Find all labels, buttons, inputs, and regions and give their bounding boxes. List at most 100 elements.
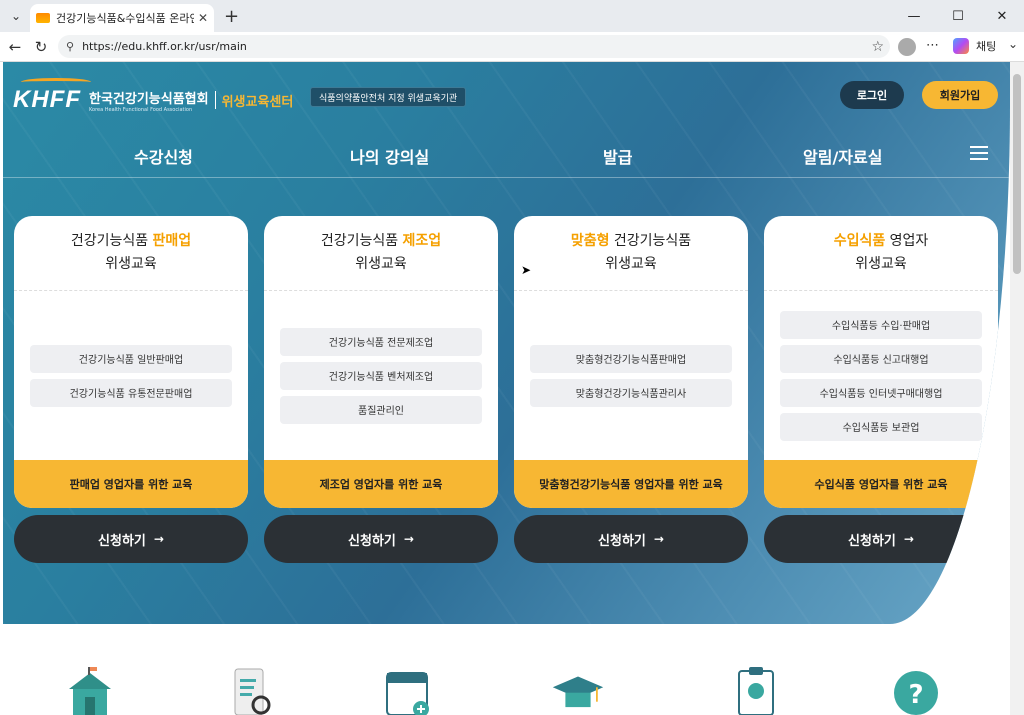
mouse-cursor-icon: ➤ [521,263,532,277]
graduation-cap-icon[interactable] [551,662,605,715]
nav-item-enroll[interactable]: 수강신청 [134,144,193,168]
window-controls: — ☐ ✕ [892,0,1024,32]
course-card-customized: 맞춤형 건강기능식품 위생교육 맞춤형건강기능식품판매업 맞춤형건강기능식품관리… [514,216,748,508]
logo-mark: KHFF [13,86,81,113]
page-scrollbar[interactable] [1010,62,1024,715]
hamburger-menu-icon[interactable] [970,146,988,160]
minimize-icon[interactable]: — [892,0,936,32]
card-header: 건강기능식품 판매업 위생교육 [14,216,248,291]
card-footer: 제조업 영업자를 위한 교육 [264,460,498,508]
card-footer: 수입식품 영업자를 위한 교육 [764,460,998,508]
card-options: 건강기능식품 일반판매업 건강기능식품 유통전문판매업 [30,291,232,460]
svg-text:?: ? [908,680,923,710]
card-title: 수입식품 영업자 [833,233,929,249]
course-card-sales: 건강기능식품 판매업 위생교육 건강기능식품 일반판매업 건강기능식품 유통전문… [14,216,248,508]
arrow-right-icon: → [653,532,664,546]
url-text: https://edu.khff.or.kr/usr/main [82,40,247,53]
card-header: 수입식품 영업자 위생교육 [764,216,998,291]
nav-item-notice[interactable]: 알림/자료실 [803,144,882,168]
apply-button-sales[interactable]: 신청하기 → [14,515,248,563]
help-question-icon[interactable]: ? [889,662,943,715]
more-icon[interactable]: ⋯ [926,38,939,53]
card-footer: 맞춤형건강기능식품 영업자를 위한 교육 [514,460,748,508]
org-name: 한국건강기능식품협회 Korea Health Functional Food … [89,88,209,113]
site-info-icon[interactable]: ⚲ [66,40,74,53]
nav-item-my-classroom[interactable]: 나의 강의실 [350,144,429,168]
logo-swoosh [21,78,91,86]
plus-icon[interactable]: + [224,6,239,27]
favicon-icon [36,13,50,23]
designation-badge: 식품의약품안전처 지정 위생교육기관 [310,87,467,107]
arrow-right-icon: → [153,532,164,546]
sidebar-toggle-icon[interactable]: ⌄ [1008,37,1018,51]
card-subtitle: 위생교육 [105,256,157,272]
card-title: 건강기능식품 판매업 [70,233,192,249]
card-options: 수입식품등 수입·판매업 수입식품등 신고대행업 수입식품등 인터넷구매대행업 … [780,291,982,460]
login-button[interactable]: 로그인 [840,81,904,109]
main-nav: 수강신청 나의 강의실 발급 알림/자료실 [3,132,1010,178]
maximize-icon[interactable]: ☐ [936,0,980,32]
apply-button-import[interactable]: 신청하기 → [764,515,998,563]
calendar-add-icon[interactable] [381,662,435,715]
org-name-kr: 한국건강기능식품협회 [88,91,209,107]
option-item[interactable]: 수입식품등 수입·판매업 [780,310,982,339]
apply-label: 신청하기 [98,533,146,549]
course-card-import: 수입식품 영업자 위생교육 수입식품등 수입·판매업 수입식품등 신고대행업 수… [764,216,998,508]
chat-button[interactable]: 채팅 [976,38,996,54]
card-footer: 판매업 영업자를 위한 교육 [14,460,248,508]
site-logo[interactable]: KHFF 한국건강기능식품협회 Korea Health Functional … [13,78,294,114]
option-item[interactable]: 건강기능식품 일반판매업 [30,344,232,373]
logo-divider [214,91,216,109]
card-options: 건강기능식품 전문제조업 건강기능식품 벤처제조업 품질관리인 [280,291,482,460]
card-subtitle: 위생교육 [855,256,907,272]
center-name: 위생교육센터 [221,94,294,110]
nav-item-certificate[interactable]: 발급 [603,144,632,168]
document-search-icon[interactable] [225,662,279,715]
browser-window: ⌄ 건강기능식품&수입식품 온라인 위 ✕ + — ☐ ✕ ← ↻ ⚲ http… [0,0,1024,715]
card-subtitle: 위생교육 [355,256,407,272]
apply-button-manufacturing[interactable]: 신청하기 → [264,515,498,563]
close-window-icon[interactable]: ✕ [980,0,1024,32]
join-button[interactable]: 회원가입 [922,81,998,109]
browser-tab[interactable]: 건강기능식품&수입식품 온라인 위 ✕ [30,4,214,32]
option-item[interactable]: 맞춤형건강기능식품관리사 [530,378,732,407]
apply-label: 신청하기 [598,533,646,549]
apply-button-customized[interactable]: 신청하기 → [514,515,748,563]
apply-label: 신청하기 [348,533,396,549]
report-clipboard-icon[interactable] [729,662,783,715]
card-title: 맞춤형 건강기능식품 [570,233,692,249]
arrow-right-icon: → [403,532,414,546]
tab-title: 건강기능식품&수입식품 온라인 위 [56,12,194,25]
option-item[interactable]: 건강기능식품 벤처제조업 [280,361,482,390]
option-item[interactable]: 수입식품등 보관업 [780,412,982,441]
card-subtitle: 위생교육 [605,256,657,272]
chevron-down-icon[interactable]: ⌄ [4,4,28,28]
course-card-manufacturing: 건강기능식품 제조업 위생교육 건강기능식품 전문제조업 건강기능식품 벤처제조… [264,216,498,508]
option-item[interactable]: 건강기능식품 전문제조업 [280,327,482,356]
school-icon[interactable] [63,662,117,715]
close-tab-icon[interactable]: ✕ [198,11,208,25]
address-bar: ← ↻ ⚲ https://edu.khff.or.kr/usr/main ☆ [0,32,1024,62]
profile-avatar[interactable] [898,38,916,56]
back-icon[interactable]: ← [2,34,28,60]
option-item[interactable]: 맞춤형건강기능식품판매업 [530,344,732,373]
option-item[interactable]: 품질관리인 [280,395,482,424]
scrollbar-thumb[interactable] [1013,74,1021,274]
url-field[interactable]: ⚲ https://edu.khff.or.kr/usr/main ☆ [58,35,890,58]
card-header: 맞춤형 건강기능식품 위생교육 [514,216,748,291]
card-options: 맞춤형건강기능식품판매업 맞춤형건강기능식품관리사 [530,291,732,460]
card-title: 건강기능식품 제조업 [320,233,442,249]
option-item[interactable]: 건강기능식품 유통전문판매업 [30,378,232,407]
star-icon[interactable]: ☆ [871,39,884,55]
arrow-right-icon: → [903,532,914,546]
option-item[interactable]: 수입식품등 인터넷구매대행업 [780,378,982,407]
apply-label: 신청하기 [848,533,896,549]
option-item[interactable]: 수입식품등 신고대행업 [780,344,982,373]
reload-icon[interactable]: ↻ [28,34,54,60]
page-viewport: KHFF 한국건강기능식품협회 Korea Health Functional … [3,62,1010,715]
copilot-icon[interactable] [953,38,969,54]
card-header: 건강기능식품 제조업 위생교육 [264,216,498,291]
hero-section: KHFF 한국건강기능식품협회 Korea Health Functional … [3,62,1010,624]
org-name-en: Korea Health Functional Food Association [88,106,193,113]
tab-bar: ⌄ 건강기능식품&수입식품 온라인 위 ✕ + — ☐ ✕ [0,0,1024,32]
